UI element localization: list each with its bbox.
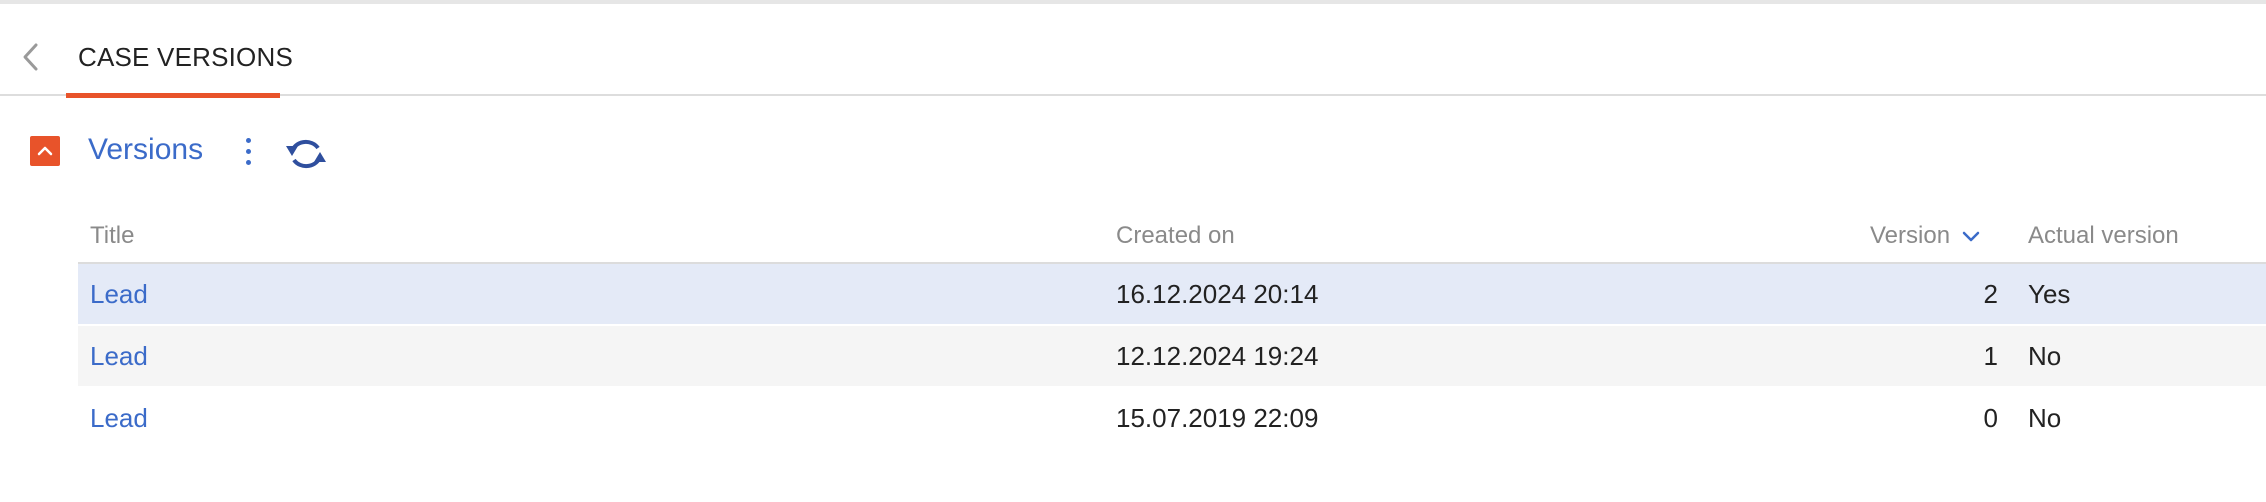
chevron-down-icon[interactable]	[1962, 231, 1980, 243]
row-version: 0	[1983, 403, 1998, 433]
row-version: 2	[1983, 279, 1998, 309]
column-header-actual-version[interactable]: Actual version	[2028, 222, 2179, 250]
refresh-icon	[286, 139, 326, 169]
tab-bar: CASE VERSIONS	[0, 4, 2266, 98]
tab-label: CASE VERSIONS	[78, 42, 293, 72]
row-version: 1	[1983, 341, 1998, 371]
tab-case-versions[interactable]: CASE VERSIONS	[66, 4, 293, 98]
row-actual-version: No	[2028, 341, 2062, 371]
row-created-on: 15.07.2019 22:09	[1116, 403, 1319, 433]
column-header-title[interactable]: Title	[90, 222, 134, 250]
kebab-menu-button[interactable]	[240, 136, 256, 168]
row-actual-version: Yes	[2028, 279, 2071, 309]
refresh-button[interactable]	[284, 134, 328, 174]
row-created-on: 12.12.2024 19:24	[1116, 341, 1319, 371]
row-created-on: 16.12.2024 20:14	[1116, 279, 1319, 309]
row-actual-version: No	[2028, 403, 2062, 433]
row-title-link[interactable]: Lead	[90, 341, 148, 372]
versions-grid: Title Created on Version Actual version …	[78, 206, 2266, 450]
table-row[interactable]: Lead 15.07.2019 22:09 0 No	[78, 388, 2266, 448]
kebab-menu-icon	[246, 138, 251, 143]
active-tab-indicator	[66, 93, 280, 98]
chevron-up-icon	[37, 146, 53, 156]
row-title-link[interactable]: Lead	[90, 279, 148, 310]
table-row[interactable]: Lead 16.12.2024 20:14 2 Yes	[78, 264, 2266, 324]
column-header-created-on[interactable]: Created on	[1116, 222, 1235, 250]
section-title[interactable]: Versions	[88, 133, 203, 167]
column-header-version[interactable]: Version	[1870, 222, 1950, 250]
table-row[interactable]: Lead 12.12.2024 19:24 1 No	[78, 326, 2266, 386]
grid-header: Title Created on Version Actual version	[78, 206, 2266, 264]
chevron-left-icon	[23, 43, 38, 71]
collapse-section-button[interactable]	[30, 136, 60, 166]
row-title-link[interactable]: Lead	[90, 403, 148, 434]
back-button[interactable]	[20, 42, 42, 72]
